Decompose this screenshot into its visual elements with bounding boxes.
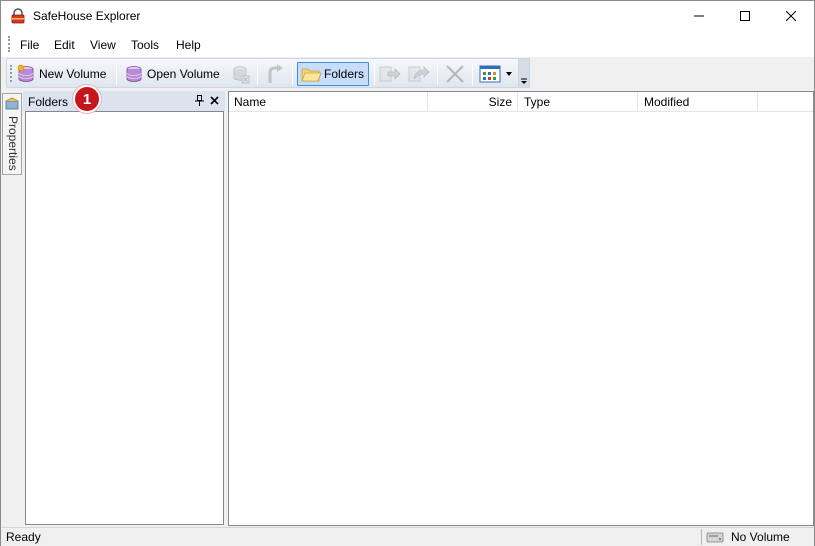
window-title: SafeHouse Explorer xyxy=(33,9,141,23)
new-volume-label: New Volume xyxy=(39,67,107,81)
toolbar-separator xyxy=(292,63,293,85)
close-window-button[interactable] xyxy=(768,1,814,31)
menu-bar: File Edit View Tools Help xyxy=(1,31,814,57)
maximize-button[interactable] xyxy=(722,1,768,31)
view-mode-icon xyxy=(479,65,501,83)
menu-help[interactable]: Help xyxy=(176,38,201,52)
folders-panel: Folders xyxy=(23,91,225,526)
file-list-view[interactable]: Name Size Type Modified xyxy=(228,91,814,526)
delete-icon xyxy=(446,65,464,83)
new-volume-icon xyxy=(17,64,34,82)
padlock-app-icon xyxy=(11,8,25,24)
status-bar: Ready No Volume xyxy=(1,527,814,546)
minimize-button[interactable] xyxy=(676,1,722,31)
copy-to-button[interactable] xyxy=(379,62,401,86)
folders-panel-title: Folders xyxy=(28,95,69,109)
move-to-button[interactable] xyxy=(408,62,430,86)
minimize-icon xyxy=(694,15,704,17)
menu-grip[interactable] xyxy=(8,36,10,52)
move-to-icon xyxy=(408,66,430,82)
properties-side-tab[interactable]: Properties xyxy=(2,93,22,175)
folders-tree[interactable] xyxy=(25,111,224,525)
view-mode-button[interactable] xyxy=(479,62,513,86)
panel-close-icon[interactable] xyxy=(210,93,219,108)
menu-view[interactable]: View xyxy=(90,38,116,52)
folders-icon xyxy=(301,68,321,82)
properties-tab-label: Properties xyxy=(6,116,20,171)
folders-label: Folders xyxy=(324,67,365,81)
properties-icon xyxy=(5,97,19,110)
toolbar-separator xyxy=(437,63,438,85)
status-divider xyxy=(701,529,702,545)
toolbar-separator xyxy=(374,63,375,85)
toolbar-separator xyxy=(257,63,258,85)
column-header-size[interactable]: Size xyxy=(428,92,518,112)
new-volume-button[interactable]: New Volume xyxy=(16,62,106,86)
up-button[interactable] xyxy=(264,62,286,86)
volume-status: No Volume xyxy=(731,530,790,544)
menu-file[interactable]: File xyxy=(20,38,39,52)
close-icon xyxy=(786,11,796,21)
toolbar-overflow-button[interactable] xyxy=(518,58,530,88)
copy-to-icon xyxy=(379,66,401,82)
list-header: Name Size Type Modified xyxy=(229,92,813,112)
open-volume-button[interactable]: Open Volume xyxy=(124,62,220,86)
close-volume-icon xyxy=(233,66,250,84)
status-text: Ready xyxy=(6,530,41,544)
open-volume-label: Open Volume xyxy=(147,67,220,81)
chevron-down-icon xyxy=(521,78,527,84)
title-bar[interactable]: SafeHouse Explorer xyxy=(1,1,814,31)
step-badge: 1 xyxy=(73,85,101,113)
close-volume-button[interactable] xyxy=(231,62,251,86)
column-header-name[interactable]: Name xyxy=(229,92,428,112)
open-volume-icon xyxy=(126,66,142,82)
column-header-modified[interactable]: Modified xyxy=(638,92,758,112)
toolbar-separator xyxy=(116,63,117,85)
column-header-type[interactable]: Type xyxy=(518,92,638,112)
pin-icon[interactable] xyxy=(195,95,204,109)
folders-toggle-button[interactable]: Folders xyxy=(297,62,370,86)
toolbar-grip[interactable] xyxy=(10,65,12,82)
delete-button[interactable] xyxy=(444,62,466,86)
folders-panel-header: Folders xyxy=(23,91,225,111)
app-window: SafeHouse Explorer File Edit View Tools … xyxy=(0,0,815,546)
menu-edit[interactable]: Edit xyxy=(54,38,75,52)
volume-drive-icon xyxy=(706,532,724,543)
view-dropdown-icon[interactable] xyxy=(505,70,513,78)
toolbar: New Volume Open Volume Folders xyxy=(6,58,530,88)
maximize-icon xyxy=(740,11,750,21)
menu-tools[interactable]: Tools xyxy=(131,38,159,52)
up-icon xyxy=(268,64,283,83)
toolbar-separator xyxy=(472,63,473,85)
